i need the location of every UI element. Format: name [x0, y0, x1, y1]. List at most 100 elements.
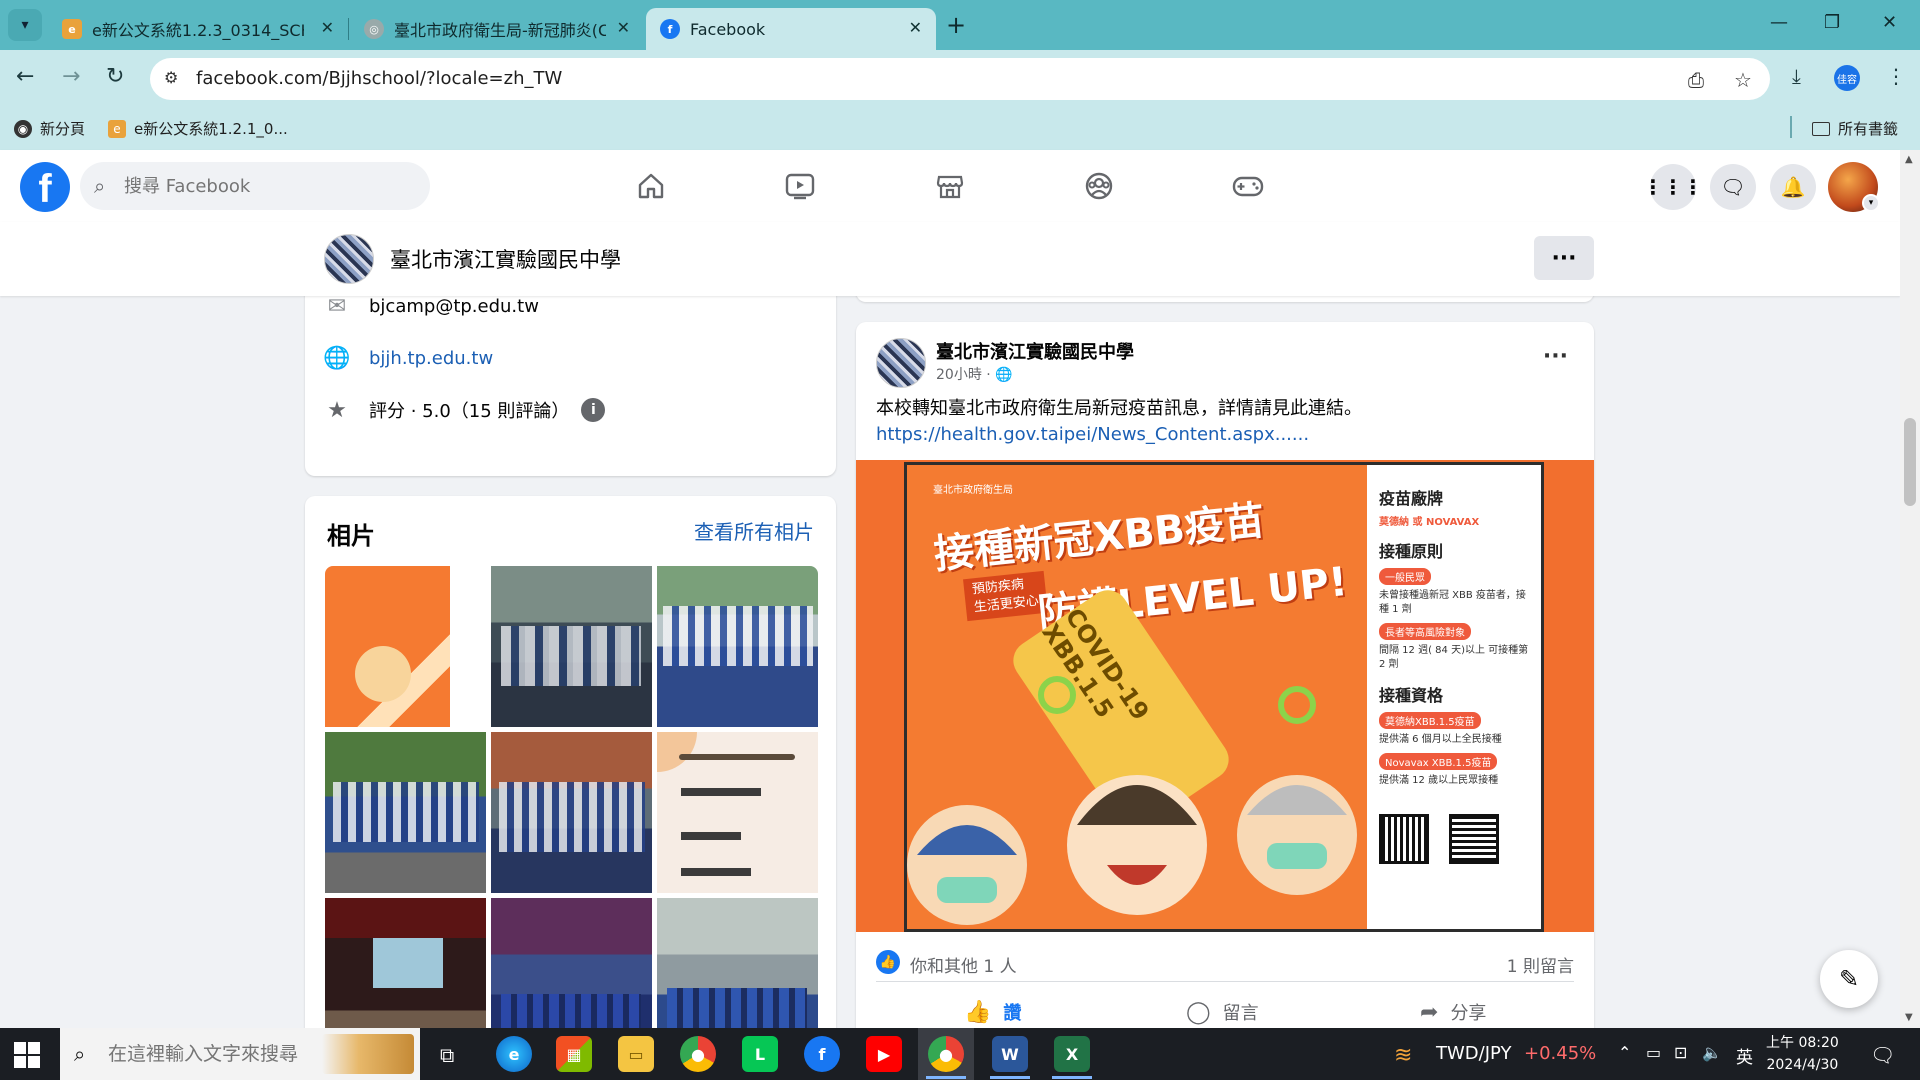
home-icon: [638, 173, 664, 199]
nav-home[interactable]: [631, 168, 671, 204]
share-button[interactable]: ➦ 分享: [1420, 992, 1486, 1032]
active-indicator: [990, 1076, 1030, 1079]
chrome-profile-icon[interactable]: ●: [928, 1036, 964, 1072]
chrome-icon[interactable]: ●: [680, 1036, 716, 1072]
reload-icon[interactable]: ↻: [106, 64, 124, 89]
profile-avatar[interactable]: 佳容: [1834, 65, 1860, 91]
video-icon: [785, 173, 815, 200]
chevron-up-icon[interactable]: ⌃: [1618, 1043, 1631, 1062]
folder-icon: [1812, 121, 1830, 136]
browser-menu-icon[interactable]: ⋮: [1886, 64, 1906, 88]
bookmark-edoc[interactable]: e e新公文系統1.2.1_0...: [108, 118, 288, 139]
page-title[interactable]: 臺北市濱江實驗國民中學: [390, 244, 621, 274]
nav-marketplace[interactable]: [930, 168, 970, 204]
page-scrollbar[interactable]: ▲ ▼: [1900, 150, 1920, 1028]
close-window-icon[interactable]: ✕: [1882, 12, 1897, 33]
tab-title: 臺北市政府衛生局-新冠肺炎(CC: [394, 21, 606, 40]
browser-tab-edoc[interactable]: e e新公文系統1.2.3_0314_SCHA ✕: [48, 8, 348, 50]
post-text: 本校轉知臺北市政府衛生局新冠疫苗訊息，詳情請見此連結。 https://heal…: [876, 396, 1576, 448]
scroll-up-icon[interactable]: ▲: [1905, 154, 1913, 165]
website-link[interactable]: bjjh.tp.edu.tw: [369, 348, 493, 369]
excel-icon[interactable]: X: [1054, 1036, 1090, 1072]
comments-count[interactable]: 1 則留言: [1507, 952, 1574, 977]
tab-search-button[interactable]: ▾: [8, 9, 42, 41]
address-bar[interactable]: ⚙ facebook.com/Bjjhschool/?locale=zh_TW …: [150, 58, 1770, 100]
back-icon[interactable]: ←: [16, 64, 34, 89]
star-icon: ★: [327, 397, 347, 423]
install-app-icon[interactable]: ⎙: [1688, 68, 1704, 92]
see-all-photos-link[interactable]: 查看所有相片: [694, 516, 814, 545]
system-clock[interactable]: 上午 08:20 2024/4/30: [1766, 1032, 1839, 1076]
forward-icon[interactable]: →: [62, 64, 80, 89]
page-more-button[interactable]: ···: [1534, 236, 1594, 280]
photo-thumbnail[interactable]: [325, 732, 486, 893]
taskbar-search[interactable]: ⌕: [60, 1028, 420, 1080]
close-icon[interactable]: ✕: [909, 18, 922, 37]
scroll-down-icon[interactable]: ▼: [1905, 1012, 1913, 1023]
messenger-button[interactable]: 🗨: [1710, 164, 1756, 210]
comment-button[interactable]: ◯ 留言: [1186, 992, 1259, 1032]
url-text[interactable]: facebook.com/Bjjhschool/?locale=zh_TW: [196, 68, 562, 89]
notifications-button[interactable]: 🔔: [1770, 164, 1816, 210]
photo-thumbnail[interactable]: [657, 732, 818, 893]
windows-start-icon[interactable]: [14, 1042, 40, 1068]
scroll-thumb[interactable]: [1904, 418, 1916, 506]
browser-tab-health[interactable]: ◎ 臺北市政府衛生局-新冠肺炎(CC ✕: [350, 8, 644, 50]
word-icon[interactable]: W: [992, 1036, 1028, 1072]
currency-widget-icon[interactable]: ≋: [1394, 1043, 1412, 1068]
edge-icon[interactable]: e: [496, 1036, 532, 1072]
battery-icon[interactable]: ▭: [1646, 1043, 1661, 1062]
nav-video[interactable]: [780, 168, 820, 204]
info-icon[interactable]: i: [581, 398, 606, 422]
site-info-icon[interactable]: ⚙: [164, 68, 186, 90]
post-more-icon[interactable]: ···: [1543, 344, 1568, 369]
all-bookmarks[interactable]: 所有書籤: [1812, 118, 1898, 139]
ticker-label[interactable]: TWD/JPY: [1436, 1043, 1511, 1064]
chevron-down-icon[interactable]: ▾: [1862, 194, 1880, 212]
post-image[interactable]: 臺北市政府衛生局 接種新冠XBB疫苗 預防疾病 生活更安心 防護LEVEL UP…: [856, 460, 1594, 932]
bookmark-star-icon[interactable]: ☆: [1734, 68, 1752, 92]
post-author-name[interactable]: 臺北市濱江實驗國民中學: [936, 338, 1134, 364]
minimize-icon[interactable]: —: [1770, 12, 1788, 33]
page-avatar[interactable]: [324, 234, 374, 284]
poster-small-text: 提供滿 6 個月以上全民接種: [1379, 734, 1502, 745]
download-icon[interactable]: ⤓: [1792, 64, 1801, 88]
post-timestamp[interactable]: 20小時 · 🌐: [936, 364, 1013, 384]
new-message-button[interactable]: ✎: [1820, 950, 1878, 1008]
facebook-logo-icon[interactable]: f: [20, 162, 70, 212]
photo-thumbnail[interactable]: [491, 732, 652, 893]
ime-indicator[interactable]: 英: [1736, 1043, 1753, 1068]
line-icon[interactable]: L: [742, 1036, 778, 1072]
post-author-avatar[interactable]: [876, 338, 926, 388]
ticker-value[interactable]: +0.45%: [1524, 1043, 1596, 1064]
facebook-search[interactable]: ⌕: [80, 162, 430, 210]
post-link[interactable]: https://health.gov.taipei/News_Content.a…: [876, 424, 1309, 445]
nav-gaming[interactable]: [1228, 168, 1268, 204]
close-icon[interactable]: ✕: [321, 18, 334, 37]
search-input[interactable]: [124, 170, 414, 202]
browser-tab-facebook[interactable]: f Facebook ✕: [646, 8, 936, 50]
task-view-icon[interactable]: ⧉: [440, 1043, 454, 1067]
like-button[interactable]: 👍 讚: [964, 992, 1021, 1032]
youtube-icon[interactable]: ▶: [866, 1036, 902, 1072]
bookmark-new-tab[interactable]: ◉ 新分頁: [14, 118, 85, 139]
facebook-app-icon[interactable]: f: [804, 1036, 840, 1072]
photo-thumbnail[interactable]: [491, 566, 652, 727]
store-icon[interactable]: ▦: [556, 1036, 592, 1072]
notification-center-icon[interactable]: 🗨: [1870, 1043, 1895, 1067]
profile-label: 佳容: [1837, 74, 1857, 86]
new-tab-button[interactable]: +: [946, 11, 966, 39]
close-icon[interactable]: ✕: [617, 18, 630, 37]
nav-groups[interactable]: [1079, 168, 1119, 204]
photo-thumbnail[interactable]: [325, 566, 486, 727]
poster-principle-title: 接種原則: [1379, 542, 1444, 561]
taskbar-search-input[interactable]: [108, 1040, 348, 1068]
network-icon[interactable]: ⊡: [1674, 1043, 1687, 1062]
reactions-text[interactable]: 你和其他 1 人: [910, 952, 1017, 977]
menu-button[interactable]: ⋮⋮⋮: [1643, 164, 1703, 210]
photo-thumbnail[interactable]: [657, 566, 818, 727]
restore-icon[interactable]: ❐: [1824, 12, 1840, 33]
file-explorer-icon[interactable]: ▭: [618, 1036, 654, 1072]
volume-icon[interactable]: 🔈: [1702, 1043, 1722, 1062]
messenger-icon: 🗨: [1720, 175, 1746, 199]
